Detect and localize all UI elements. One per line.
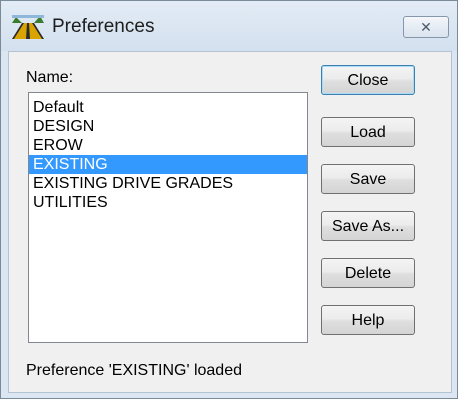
list-item-existing-drive-grades[interactable]: EXISTING DRIVE GRADES [29, 174, 307, 193]
preferences-listbox[interactable]: Default DESIGN EROW EXISTING EXISTING DR… [28, 92, 308, 343]
save-button[interactable]: Save [321, 164, 415, 194]
preferences-dialog: Preferences ✕ Name: Default DESIGN EROW … [0, 0, 458, 399]
list-item-utilities[interactable]: UTILITIES [29, 193, 307, 212]
load-button[interactable]: Load [321, 117, 415, 147]
title-bar[interactable]: Preferences ✕ [1, 1, 457, 51]
window-title: Preferences [52, 16, 155, 37]
list-item-erow[interactable]: EROW [29, 136, 307, 155]
save-as-button[interactable]: Save As... [321, 211, 415, 241]
dialog-body: Name: Default DESIGN EROW EXISTING EXIST… [8, 51, 452, 393]
window-close-button[interactable]: ✕ [403, 16, 449, 38]
close-button[interactable]: Close [321, 65, 415, 95]
name-label: Name: [26, 69, 74, 86]
list-item-design[interactable]: DESIGN [29, 117, 307, 136]
app-road-icon [12, 15, 44, 39]
delete-button[interactable]: Delete [321, 258, 415, 288]
list-item-default[interactable]: Default [29, 98, 307, 117]
status-text: Preference 'EXISTING' loaded [26, 362, 242, 379]
list-item-existing[interactable]: EXISTING [29, 155, 307, 174]
help-button[interactable]: Help [321, 305, 415, 335]
